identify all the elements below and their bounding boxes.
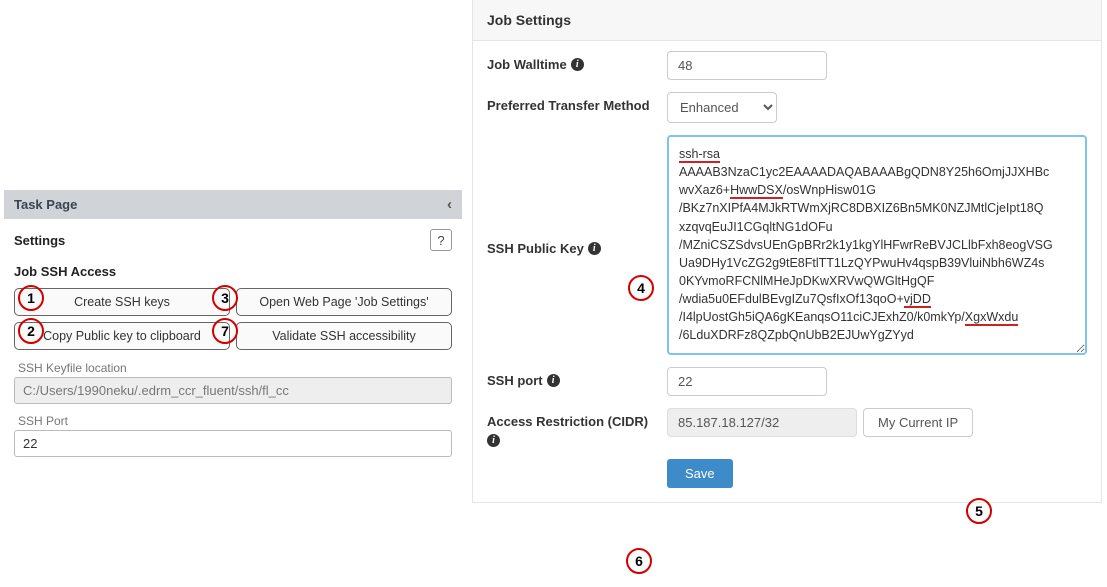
copy-public-key-button[interactable]: Copy Public key to clipboard — [14, 322, 230, 350]
walltime-input[interactable] — [667, 51, 827, 80]
sshport-row: SSH port i — [473, 357, 1101, 398]
sshport-label: SSH port — [487, 373, 543, 388]
ssh-port-label: SSH Port — [14, 414, 452, 428]
task-page-header[interactable]: Task Page ‹ — [4, 190, 462, 219]
info-icon[interactable]: i — [487, 434, 500, 447]
cidr-label: Access Restriction (CIDR) — [487, 414, 648, 429]
info-icon[interactable]: i — [588, 242, 601, 255]
transfer-label: Preferred Transfer Method — [487, 98, 650, 113]
section-title: Job SSH Access — [4, 260, 462, 285]
save-button[interactable]: Save — [667, 459, 733, 488]
transfer-row: Preferred Transfer Method Enhanced — [473, 82, 1101, 125]
walltime-label: Job Walltime — [487, 57, 567, 72]
my-current-ip-button[interactable]: My Current IP — [863, 408, 973, 437]
settings-row: Settings ? — [4, 219, 462, 260]
collapse-icon[interactable]: ‹ — [447, 196, 452, 213]
sshport-input[interactable] — [667, 367, 827, 396]
save-row: Save — [473, 449, 1101, 490]
keyfile-input[interactable] — [14, 377, 452, 404]
walltime-row: Job Walltime i — [473, 41, 1101, 82]
annotation-6: 6 — [626, 548, 652, 574]
cidr-value: 85.187.18.127/32 — [667, 408, 857, 437]
keyfile-label: SSH Keyfile location — [14, 361, 452, 375]
ssh-public-key-textarea[interactable]: ssh-rsa AAAAB3NzaC1yc2EAAAADAQABAAABgQDN… — [667, 135, 1087, 355]
task-page-title: Task Page — [14, 197, 77, 212]
job-settings-panel: Job Settings Job Walltime i Preferred Tr… — [472, 0, 1102, 503]
task-page-panel: Task Page ‹ Settings ? Job SSH Access Cr… — [4, 190, 462, 459]
help-button[interactable]: ? — [430, 229, 452, 251]
transfer-select[interactable]: Enhanced — [667, 92, 777, 123]
info-icon[interactable]: i — [547, 374, 560, 387]
create-ssh-keys-button[interactable]: Create SSH keys — [14, 288, 230, 316]
open-web-page-button[interactable]: Open Web Page 'Job Settings' — [236, 288, 452, 316]
pubkey-row: SSH Public Key i ssh-rsa AAAAB3NzaC1yc2E… — [473, 125, 1101, 357]
job-settings-header: Job Settings — [473, 0, 1101, 41]
settings-title: Settings — [14, 233, 65, 248]
validate-ssh-button[interactable]: Validate SSH accessibility — [236, 322, 452, 350]
pubkey-label: SSH Public Key — [487, 241, 584, 256]
ssh-port-input[interactable] — [14, 430, 452, 457]
cidr-row: Access Restriction (CIDR) i 85.187.18.12… — [473, 398, 1101, 449]
info-icon[interactable]: i — [571, 58, 584, 71]
